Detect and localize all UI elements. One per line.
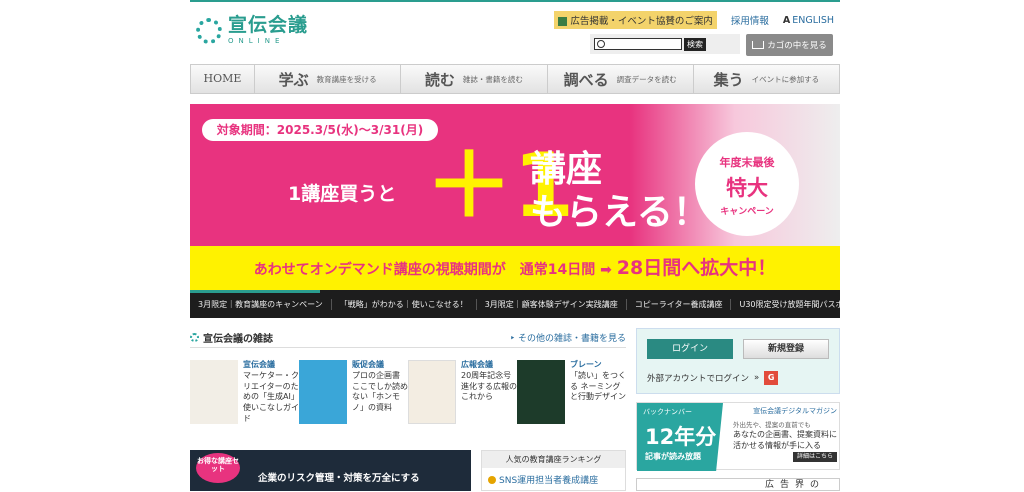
english-icon: A	[782, 14, 791, 26]
banner-circle-badge: 年度末最後 特大 キャンペーン	[695, 132, 799, 236]
logo-mark-icon	[196, 17, 222, 44]
more-magazines-link[interactable]: ‣ その他の雑誌・書籍を見る	[510, 331, 626, 344]
magazine-cover	[517, 360, 565, 424]
register-button[interactable]: 新規登録	[743, 339, 829, 359]
cart-button[interactable]: カゴの中を見る	[746, 34, 833, 56]
recruit-link[interactable]: 採用情報	[731, 13, 769, 27]
magazines-header: 宣伝会議の雑誌 ‣ その他の雑誌・書籍を見る	[190, 328, 626, 348]
search-bar: 検索	[590, 34, 740, 54]
magazine-item[interactable]: 販促会議 プロの企画書 ここでしか読めない「ホンモノ」の資料	[299, 360, 408, 425]
magazine-cover	[190, 360, 238, 424]
seminar-tag: お得な講座セット	[196, 453, 240, 483]
login-box: ログイン 新規登録 外部アカウントでログイン » G	[636, 328, 840, 394]
logo-sub-text: ONLINE	[228, 37, 285, 45]
bottom-ad-banner[interactable]: 広告界の	[636, 478, 840, 491]
nav-learn[interactable]: 学ぶ 教育講座を受ける	[255, 65, 402, 93]
magazine-cover	[408, 360, 456, 424]
ticker-progress	[190, 290, 320, 293]
external-login: 外部アカウントでログイン » G	[647, 371, 779, 385]
nav-read[interactable]: 読む 雑誌・書籍を読む	[401, 65, 548, 93]
page-container: 宣伝会議 ONLINE 広告掲載・イベント協賛のご案内 採用情報 A ENGLIS…	[190, 0, 840, 491]
cart-icon	[752, 41, 765, 49]
banner-left-text: 1講座買うと	[288, 183, 397, 205]
login-button[interactable]: ログイン	[647, 339, 733, 359]
seminar-set-banner[interactable]: お得な講座セット 企業のリスク管理・対策を万全にする	[190, 450, 471, 491]
english-link[interactable]: A ENGLISH	[783, 15, 834, 26]
ranking-item[interactable]: SNS運用担当者養成講座	[482, 468, 625, 491]
magazine-cover	[299, 360, 347, 424]
ad-icon	[558, 17, 568, 26]
ranking-box: 人気の教育講座ランキング SNS運用担当者養成講座	[481, 450, 626, 491]
campaign-banner[interactable]: 対象期間：2025.3/5(水)〜3/31(月) 1講座買うと ＋1 講座 もらえ…	[190, 104, 840, 290]
magazine-item[interactable]: 宣伝会議 マーケター・クリエイターのための「生成AI」使いこなしガイド	[190, 360, 299, 425]
digital-magazine-banner[interactable]: 宣伝会議デジタルマガジン バックナンバー 12年分 記事が読み放題 外出先や、提…	[636, 402, 840, 471]
magazine-list: 宣伝会議 マーケター・クリエイターのための「生成AI」使いこなしガイド 販促会議プ…	[190, 360, 630, 425]
ticker-item[interactable]: 「戦略」がわかる｜使いこなせる！	[332, 298, 477, 310]
magazine-item[interactable]: 広報会議 20周年記念号 進化する広報のこれから	[408, 360, 517, 425]
search-button[interactable]: 検索	[684, 37, 706, 51]
magazines-title: 宣伝会議の雑誌	[190, 330, 273, 345]
global-nav: HOME 学ぶ 教育講座を受ける 読む 雑誌・書籍を読む 調べる 調査データを読む 集…	[190, 64, 840, 94]
nav-research[interactable]: 調べる 調査データを読む	[548, 65, 694, 93]
digital-detail-button[interactable]: 詳細はこちら	[793, 452, 838, 463]
ranking-title: 人気の教育講座ランキング	[482, 451, 625, 468]
banner-ticker: 3月限定｜教育講座のキャンペーン 「戦略」がわかる｜使いこなせる！ 3月限定｜顧…	[190, 290, 840, 318]
top-accent-line	[190, 0, 840, 2]
ad-info-link[interactable]: 広告掲載・イベント協賛のご案内	[554, 11, 717, 29]
nav-gather[interactable]: 集う イベントに参加する	[694, 65, 839, 93]
digital-left-panel: バックナンバー 12年分 記事が読み放題	[637, 403, 723, 471]
digital-right-text: 外出先や、提案の直前でも あなたの企画書、提案資料に活かせる情報が手に入る 詳細…	[733, 421, 839, 463]
rank-medal-icon	[488, 475, 496, 484]
magazine-item[interactable]: ブレーン 「読い」をつくる ネーミングと行動デザイン	[517, 360, 626, 425]
banner-koza: 講座 もらえる！	[530, 149, 709, 234]
banner-yellow-strip: あわせてオンデマンド講座の視聴期間が 通常14日間 ➡ 28日間へ拡大中！	[190, 246, 840, 290]
top-links: 広告掲載・イベント協賛のご案内 採用情報 A ENGLISH	[554, 11, 834, 29]
search-input[interactable]	[594, 38, 682, 50]
search-icon	[597, 40, 605, 48]
banner-period: 対象期間：2025.3/5(水)〜3/31(月)	[202, 119, 438, 141]
ticker-item[interactable]: 3月限定｜顧客体験デザイン実践講座	[477, 298, 627, 310]
ticker-item[interactable]: 3月限定｜教育講座のキャンペーン	[190, 298, 332, 310]
seminar-title: 企業のリスク管理・対策を万全にする	[258, 473, 420, 484]
logo-dot-icon	[190, 333, 199, 342]
site-logo[interactable]: 宣伝会議 ONLINE	[196, 16, 308, 45]
logo-main-text: 宣伝会議	[228, 14, 309, 36]
external-login-arrow: »	[754, 373, 760, 383]
ticker-item[interactable]: コピーライター養成講座	[627, 298, 732, 310]
nav-home[interactable]: HOME	[191, 65, 255, 93]
ticker-item[interactable]: U30限定受け放題年間パスポ	[731, 299, 840, 310]
google-login-icon[interactable]: G	[764, 371, 779, 385]
